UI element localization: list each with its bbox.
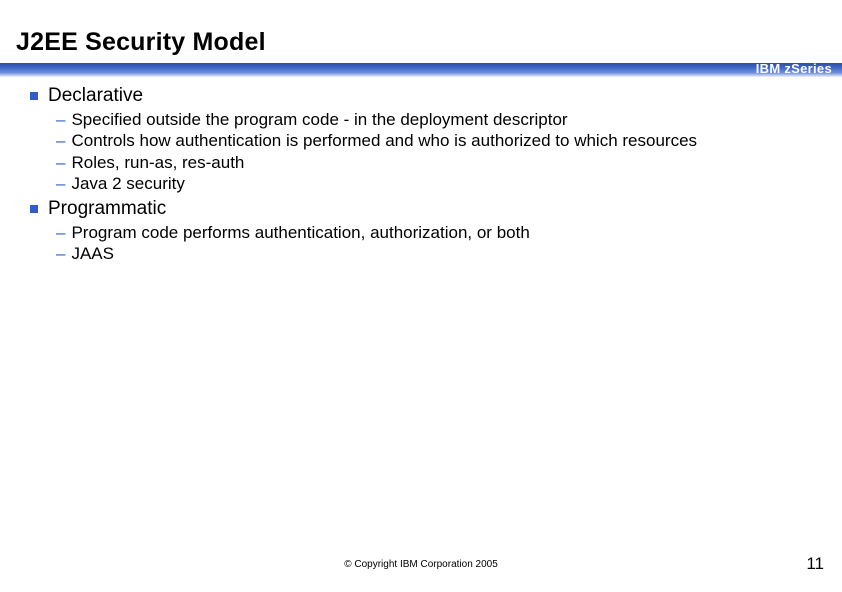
list-item: – Roles, run-as, res-auth (56, 152, 808, 173)
dash-icon: – (56, 130, 65, 151)
section-declarative: Declarative – Specified outside the prog… (34, 85, 808, 194)
section-head: Programmatic (30, 198, 808, 220)
title-bar: IBM zSeries (0, 63, 842, 77)
brand-label: IBM zSeries (756, 61, 832, 76)
section-heading: Programmatic (48, 198, 166, 220)
slide-title: J2EE Security Model (0, 0, 842, 57)
list-item: – Specified outside the program code - i… (56, 109, 808, 130)
square-bullet-icon (30, 92, 38, 100)
list-item: – Controls how authentication is perform… (56, 130, 808, 151)
section-head: Declarative (30, 85, 808, 107)
list-item: – Program code performs authentication, … (56, 222, 808, 243)
sub-list: – Program code performs authentication, … (56, 222, 808, 265)
section-heading: Declarative (48, 85, 143, 107)
item-text: Java 2 security (71, 173, 184, 194)
content-area: Declarative – Specified outside the prog… (0, 77, 842, 265)
dash-icon: – (56, 173, 65, 194)
dash-icon: – (56, 109, 65, 130)
item-text: Roles, run-as, res-auth (71, 152, 244, 173)
dash-icon: – (56, 243, 65, 264)
item-text: JAAS (71, 243, 114, 264)
item-text: Specified outside the program code - in … (71, 109, 567, 130)
dash-icon: – (56, 222, 65, 243)
item-text: Controls how authentication is performed… (71, 130, 697, 151)
list-item: – JAAS (56, 243, 808, 264)
sub-list: – Specified outside the program code - i… (56, 109, 808, 194)
square-bullet-icon (30, 205, 38, 213)
footer-copyright: © Copyright IBM Corporation 2005 (0, 559, 842, 570)
item-text: Program code performs authentication, au… (71, 222, 529, 243)
section-programmatic: Programmatic – Program code performs aut… (34, 198, 808, 265)
page-number: 11 (806, 554, 824, 574)
dash-icon: – (56, 152, 65, 173)
list-item: – Java 2 security (56, 173, 808, 194)
